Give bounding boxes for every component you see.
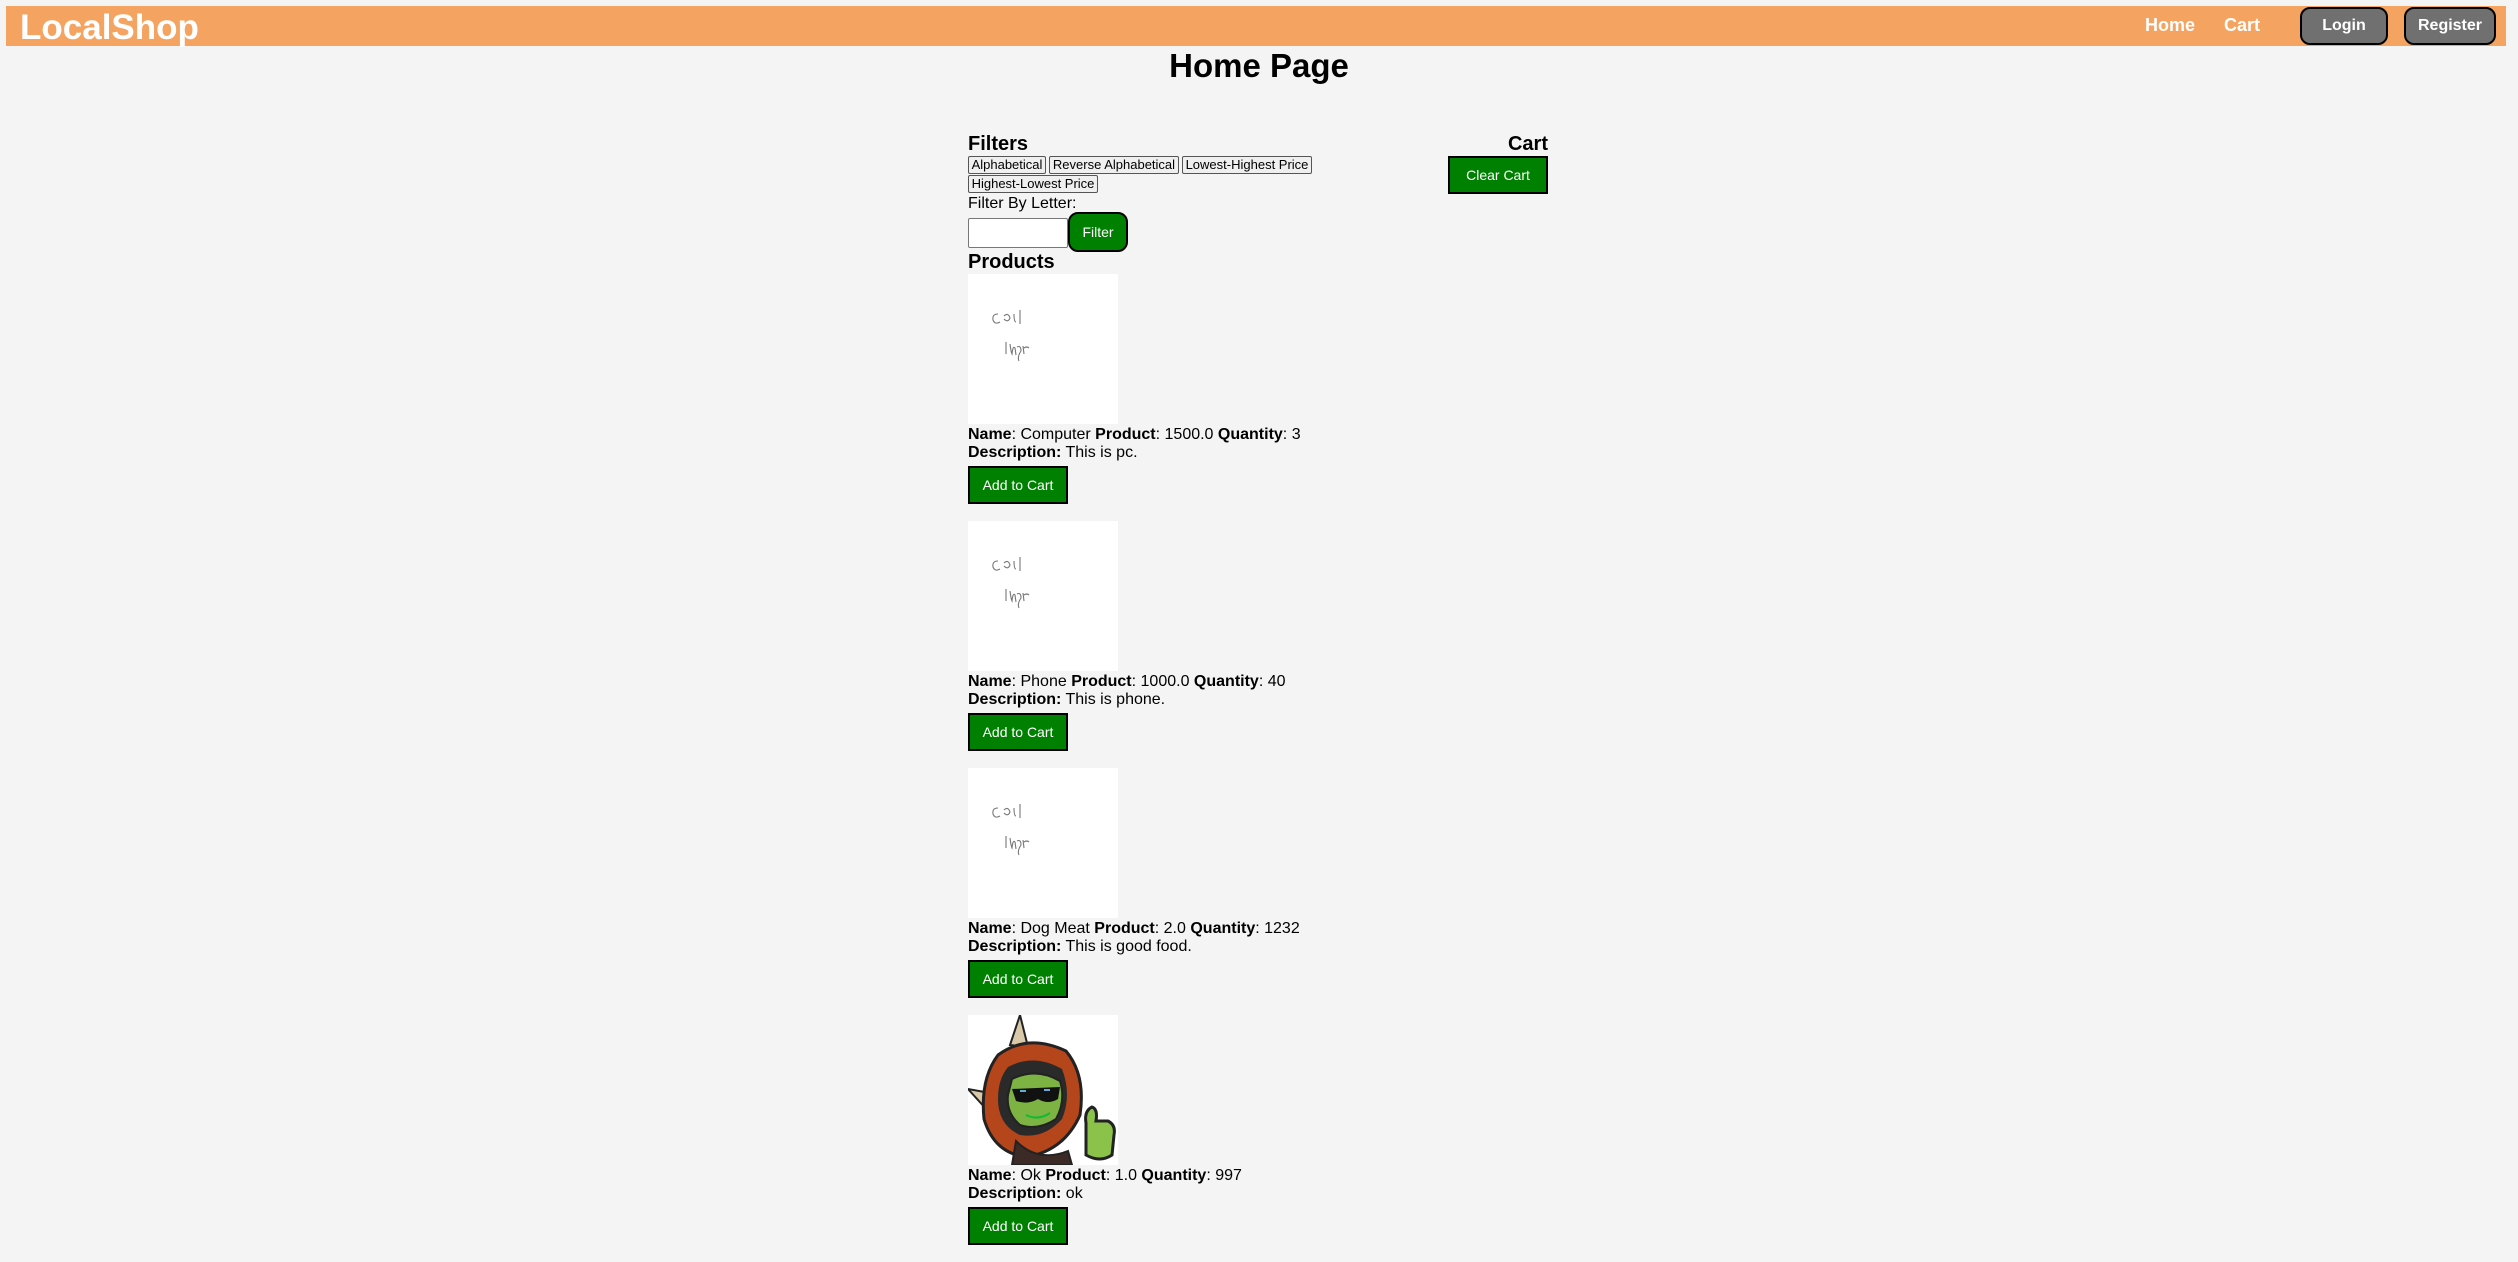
nav-link-cart[interactable]: Cart <box>2224 14 2260 36</box>
product-info: Name: Phone Product: 1000.0 Quantity: 40… <box>968 673 1286 708</box>
quantity-label: Quantity <box>1141 1167 1207 1184</box>
filter-by-letter-label: Filter By Letter: <box>968 195 1077 212</box>
name-label: Name <box>968 426 1012 443</box>
product-description: ok <box>1065 1185 1083 1202</box>
product-name: Phone <box>1020 673 1067 690</box>
filters-heading: Filters <box>968 133 1029 155</box>
description-label: Description: <box>968 938 1062 955</box>
product-price: 2.0 <box>1163 920 1186 937</box>
product-name: Dog Meat <box>1020 920 1090 937</box>
product-card: Name: Dog Meat Product: 2.0 Quantity: 12… <box>968 768 1548 1015</box>
sort-reverse-alphabetical-button[interactable]: Reverse Alphabetical <box>1049 156 1179 174</box>
price-label: Product <box>1045 1167 1106 1184</box>
login-button[interactable]: Login <box>2300 7 2388 45</box>
product-description: This is phone. <box>1065 691 1166 708</box>
product-info: Name: Ok Product: 1.0 Quantity: 997 Desc… <box>968 1167 1242 1202</box>
frog-mascot-icon <box>968 1015 1116 1165</box>
description-label: Description: <box>968 444 1062 461</box>
product-card: Name: Phone Product: 1000.0 Quantity: 40… <box>968 521 1548 768</box>
brand-logo[interactable]: LocalShop <box>20 8 199 48</box>
name-label: Name <box>968 673 1012 690</box>
quantity-label: Quantity <box>1190 920 1256 937</box>
product-price: 1500.0 <box>1164 426 1214 443</box>
product-info: Name: Dog Meat Product: 2.0 Quantity: 12… <box>968 920 1300 955</box>
product-image <box>968 1015 1118 1165</box>
product-card: Name: Ok Product: 1.0 Quantity: 997 Desc… <box>968 1015 1548 1262</box>
add-to-cart-button[interactable]: Add to Cart <box>968 466 1068 504</box>
product-image <box>968 768 1118 918</box>
product-image <box>968 521 1118 671</box>
broken-image-icon <box>992 557 1030 609</box>
sort-lowest-highest-price-button[interactable]: Lowest-Highest Price <box>1182 156 1312 174</box>
product-info: Name: Computer Product: 1500.0 Quantity:… <box>968 426 1301 461</box>
product-quantity: 997 <box>1215 1167 1242 1184</box>
product-description: This is pc. <box>1065 444 1138 461</box>
register-button[interactable]: Register <box>2404 7 2496 45</box>
add-to-cart-button[interactable]: Add to Cart <box>968 960 1068 998</box>
clear-cart-button[interactable]: Clear Cart <box>1448 156 1548 194</box>
product-description: This is good food. <box>1065 938 1192 955</box>
add-to-cart-button[interactable]: Add to Cart <box>968 713 1068 751</box>
name-label: Name <box>968 920 1012 937</box>
navbar: LocalShop Home Cart Login Register <box>6 6 2506 48</box>
sort-highest-lowest-price-button[interactable]: Highest-Lowest Price <box>968 175 1098 193</box>
price-label: Product <box>1071 673 1132 690</box>
page-title: Home Page <box>1169 47 1349 84</box>
nav-link-home[interactable]: Home <box>2145 14 2195 36</box>
product-price: 1.0 <box>1114 1167 1137 1184</box>
name-label: Name <box>968 1167 1012 1184</box>
product-price: 1000.0 <box>1140 673 1190 690</box>
broken-image-icon <box>992 310 1030 362</box>
product-quantity: 1232 <box>1264 920 1300 937</box>
products-heading: Products <box>968 251 1055 273</box>
product-name: Computer <box>1020 426 1091 443</box>
filter-letter-input[interactable] <box>968 218 1068 248</box>
add-to-cart-button[interactable]: Add to Cart <box>968 1207 1068 1245</box>
filter-button[interactable]: Filter <box>1068 212 1128 252</box>
product-quantity: 3 <box>1291 426 1301 443</box>
quantity-label: Quantity <box>1217 426 1283 443</box>
sort-alphabetical-button[interactable]: Alphabetical <box>968 156 1046 174</box>
product-quantity: 40 <box>1267 673 1286 690</box>
product-image <box>968 274 1118 424</box>
product-name: Ok <box>1020 1167 1041 1184</box>
product-card: Name: Computer Product: 1500.0 Quantity:… <box>968 274 1548 521</box>
broken-image-icon <box>992 804 1030 856</box>
description-label: Description: <box>968 1185 1062 1202</box>
price-label: Product <box>1094 920 1155 937</box>
price-label: Product <box>1095 426 1156 443</box>
cart-heading: Cart <box>1507 133 1548 155</box>
description-label: Description: <box>968 691 1062 708</box>
quantity-label: Quantity <box>1193 673 1259 690</box>
